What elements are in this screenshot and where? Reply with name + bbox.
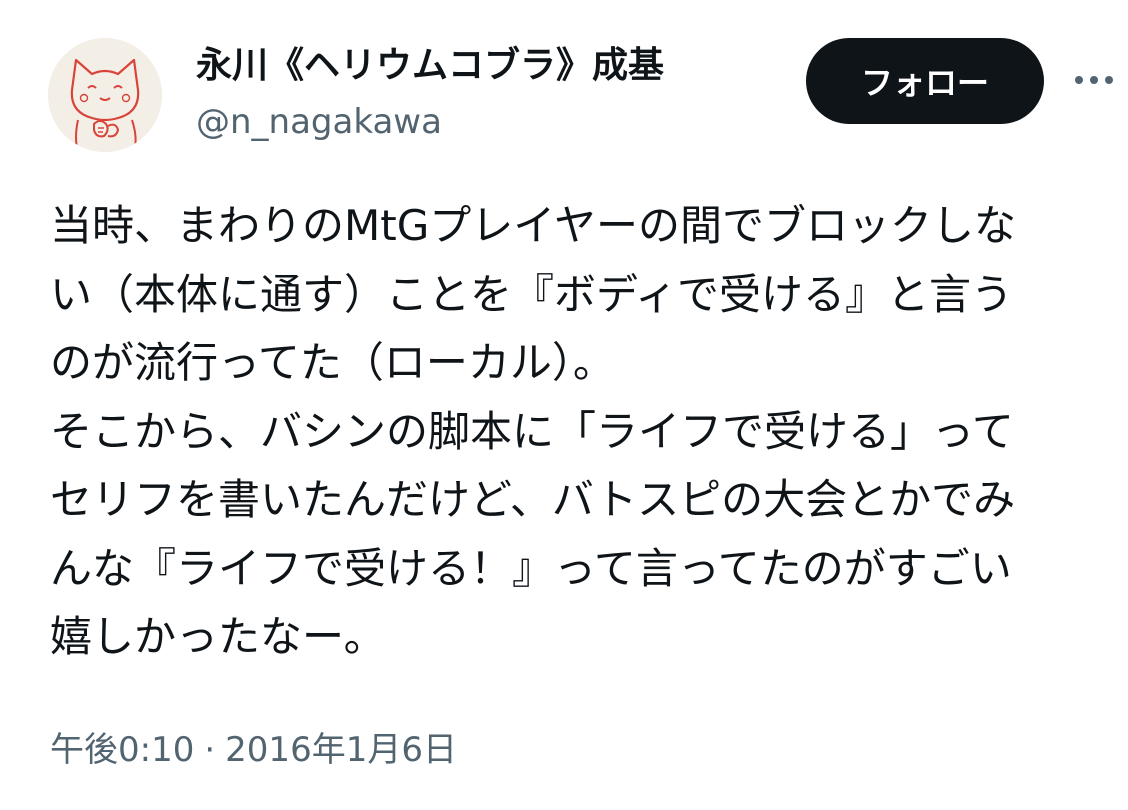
follow-button[interactable]: フォロー [806,38,1044,124]
meta-separator: · [204,730,216,770]
more-options-button[interactable] [1072,62,1116,98]
tweet-time: 午後0:10 [50,730,195,770]
more-dots-icon [1075,76,1113,84]
tweet-timestamp[interactable]: 午後0:10 · 2016年1月6日 [50,724,457,776]
cat-avatar-icon [48,38,162,152]
tweet-date: 2016年1月6日 [225,730,457,770]
tweet-text-line: そこから、バシンの脚本に「ライフで受ける」って [50,406,1014,456]
tweet-text-line: セリフを書いたんだけど、バトスピの大会とかでみ [50,475,1016,524]
tweet-card: 永川《ヘリウムコブラ》成基 @n_nagakawa フォロー 当時、まわりのMt… [0,0,1128,810]
tweet-text: 当時、まわりのMtGプレイヤーの間でブロックしな い（本体に通す）ことを『ボディ… [50,192,1090,672]
tweet-text-line: 嬉しかったなー。 [50,612,386,661]
tweet-text-line: 当時、まわりのMtGプレイヤーの間でブロックしな [50,201,1016,250]
tweet-text-line: のが流行ってた（ローカル）。 [50,338,615,387]
author-handle[interactable]: @n_nagakawa [196,100,442,144]
author-display-name[interactable]: 永川《ヘリウムコブラ》成基 [196,42,664,90]
tweet-text-line: んな『ライフで受ける！』って言ってたのがすごい [50,543,1012,593]
tweet-text-line: い（本体に通す）ことを『ボディで受ける』と言う [50,269,1014,319]
avatar[interactable] [48,38,162,152]
